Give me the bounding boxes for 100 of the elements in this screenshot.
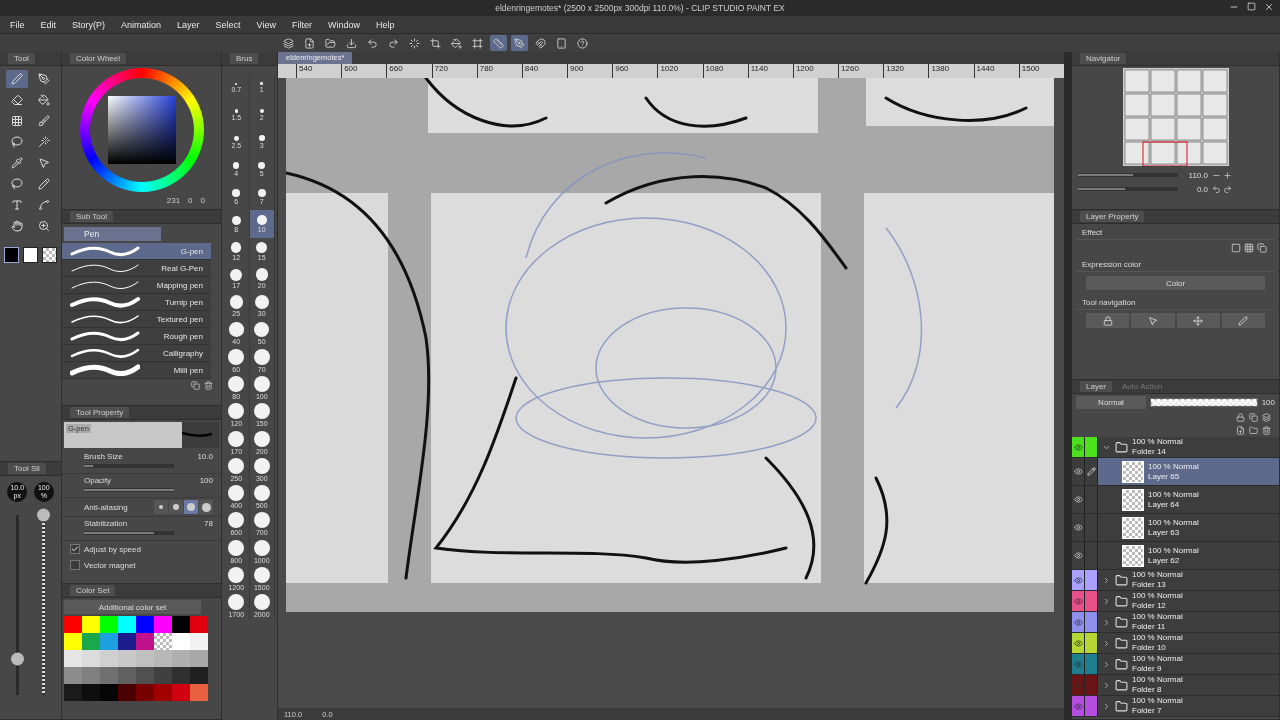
layer-row[interactable]: 100 % Normal Folder 12: [1072, 591, 1279, 612]
effect-icon[interactable]: [1231, 243, 1241, 253]
anti-aliasing-option[interactable]: [184, 500, 198, 514]
menu-item[interactable]: View: [256, 19, 276, 30]
color-swatch[interactable]: [100, 667, 118, 684]
anti-aliasing-option[interactable]: [199, 500, 213, 514]
color-swatch[interactable]: [82, 616, 100, 633]
tool-navigation-button[interactable]: [1221, 313, 1265, 328]
trash-icon[interactable]: [204, 381, 213, 390]
color-swatch[interactable]: [190, 650, 208, 667]
color-swatch[interactable]: [172, 616, 190, 633]
color-swatch[interactable]: [100, 633, 118, 650]
color-swatch[interactable]: [172, 667, 190, 684]
copy-icon[interactable]: [191, 381, 200, 390]
color-swatch[interactable]: [64, 684, 82, 701]
ruler-icon[interactable]: [490, 35, 507, 51]
help-icon[interactable]: [574, 35, 591, 51]
menu-item[interactable]: Story(P): [72, 19, 106, 30]
color-swatch[interactable]: [136, 667, 154, 684]
color-chip[interactable]: [4, 247, 19, 263]
chevron-icon[interactable]: [1102, 659, 1111, 669]
color-chip[interactable]: [42, 247, 57, 263]
sub-tool-item[interactable]: G-pen: [62, 243, 211, 260]
layer-row[interactable]: 100 % Normal Layer 63: [1072, 514, 1279, 542]
rotate-right-icon[interactable]: [1223, 184, 1232, 194]
eye-icon[interactable]: [1073, 575, 1083, 585]
paint-bucket-icon[interactable]: [448, 35, 465, 51]
eye-icon[interactable]: [1073, 659, 1083, 669]
color-swatch[interactable]: [172, 633, 190, 650]
eye-icon[interactable]: [1073, 638, 1083, 648]
layer-row[interactable]: 100 % Normal Folder 11: [1072, 612, 1279, 633]
expression-color-dropdown[interactable]: Color: [1086, 276, 1265, 290]
color-swatch[interactable]: [136, 650, 154, 667]
color-swatch[interactable]: [154, 667, 172, 684]
frame-icon[interactable]: [469, 35, 486, 51]
new-folder-icon[interactable]: [1249, 426, 1258, 435]
tool-navigation-button[interactable]: [1176, 313, 1220, 328]
lock-icon[interactable]: [1236, 413, 1245, 422]
panel-tab[interactable]: Tool Property: [70, 407, 130, 418]
color-swatch[interactable]: [100, 616, 118, 633]
blend-mode-dropdown[interactable]: Normal: [1076, 396, 1146, 409]
chevron-icon[interactable]: [1102, 596, 1111, 606]
magnet-icon[interactable]: [532, 35, 549, 51]
panel-tab[interactable]: Tool Sli: [8, 463, 46, 474]
chevron-icon[interactable]: [1102, 701, 1111, 711]
menu-item[interactable]: Help: [376, 19, 395, 30]
rotate-left-icon[interactable]: [1212, 184, 1221, 194]
layer-row[interactable]: 100 % Normal Folder 14: [1072, 437, 1279, 458]
panel-tab[interactable]: Layer Property: [1080, 211, 1145, 222]
crop-icon[interactable]: [427, 35, 444, 51]
panel-tab[interactable]: Color Set: [70, 585, 116, 596]
color-swatch[interactable]: [136, 616, 154, 633]
property-value[interactable]: 10.0: [197, 452, 213, 461]
color-swatch[interactable]: [118, 684, 136, 701]
slider-thumb[interactable]: [37, 508, 51, 522]
chevron-icon[interactable]: [1102, 575, 1111, 585]
panel-tab[interactable]: Layer: [1080, 381, 1112, 392]
menu-item[interactable]: Animation: [121, 19, 162, 30]
color-swatch[interactable]: [82, 633, 100, 650]
color-swatch[interactable]: [136, 633, 154, 650]
color-swatch[interactable]: [64, 633, 82, 650]
eye-icon[interactable]: [1073, 523, 1083, 532]
sub-tool-item[interactable]: Calligraphy: [62, 345, 211, 362]
color-swatch[interactable]: [118, 633, 136, 650]
anti-aliasing-option[interactable]: [169, 500, 183, 514]
color-swatch[interactable]: [118, 616, 136, 633]
chevron-icon[interactable]: [1102, 617, 1111, 627]
layer-row[interactable]: 100 % Normal Folder 9: [1072, 654, 1279, 675]
layer-row[interactable]: 100 % Normal Layer 62: [1072, 542, 1279, 570]
layer-row[interactable]: 100 % Normal Layer 64: [1072, 486, 1279, 514]
eye-icon[interactable]: [1073, 442, 1083, 452]
color-swatch[interactable]: [64, 616, 82, 633]
panel-tab[interactable]: Color Wheel: [70, 53, 126, 64]
sub-tool-item[interactable]: Rough pen: [62, 328, 211, 345]
panel-tab[interactable]: Brus: [230, 53, 259, 64]
color-swatch[interactable]: [154, 616, 172, 633]
menu-item[interactable]: File: [10, 19, 25, 30]
navigator-value[interactable]: 110.0: [1182, 170, 1208, 180]
color-swatch[interactable]: [118, 650, 136, 667]
color-swatch[interactable]: [100, 650, 118, 667]
sub-tool-item[interactable]: Textured pen: [62, 311, 211, 328]
new-layer-icon[interactable]: [1236, 426, 1245, 435]
spinner-icon[interactable]: [406, 35, 423, 51]
color-swatch[interactable]: [172, 684, 190, 701]
layers-icon[interactable]: [280, 35, 297, 51]
eye-icon[interactable]: [1073, 495, 1083, 504]
color-swatch[interactable]: [118, 667, 136, 684]
chevron-icon[interactable]: [1102, 638, 1111, 648]
layer-row[interactable]: 100 % Normal Folder 7: [1072, 696, 1279, 717]
tool-navigation-button[interactable]: [1086, 313, 1130, 328]
eye-icon[interactable]: [1073, 467, 1083, 476]
eye-icon[interactable]: [1073, 617, 1083, 627]
color-set-dropdown[interactable]: Additional color set: [64, 600, 201, 614]
color-swatch[interactable]: [82, 667, 100, 684]
copy-icon[interactable]: [1249, 413, 1258, 422]
effect-icon[interactable]: [1257, 243, 1267, 253]
sub-tool-group-tab[interactable]: Pen: [64, 227, 161, 241]
color-swatch[interactable]: [64, 667, 82, 684]
color-swatch[interactable]: [154, 633, 172, 650]
layer-row[interactable]: 100 % Normal Layer 65: [1072, 458, 1279, 486]
